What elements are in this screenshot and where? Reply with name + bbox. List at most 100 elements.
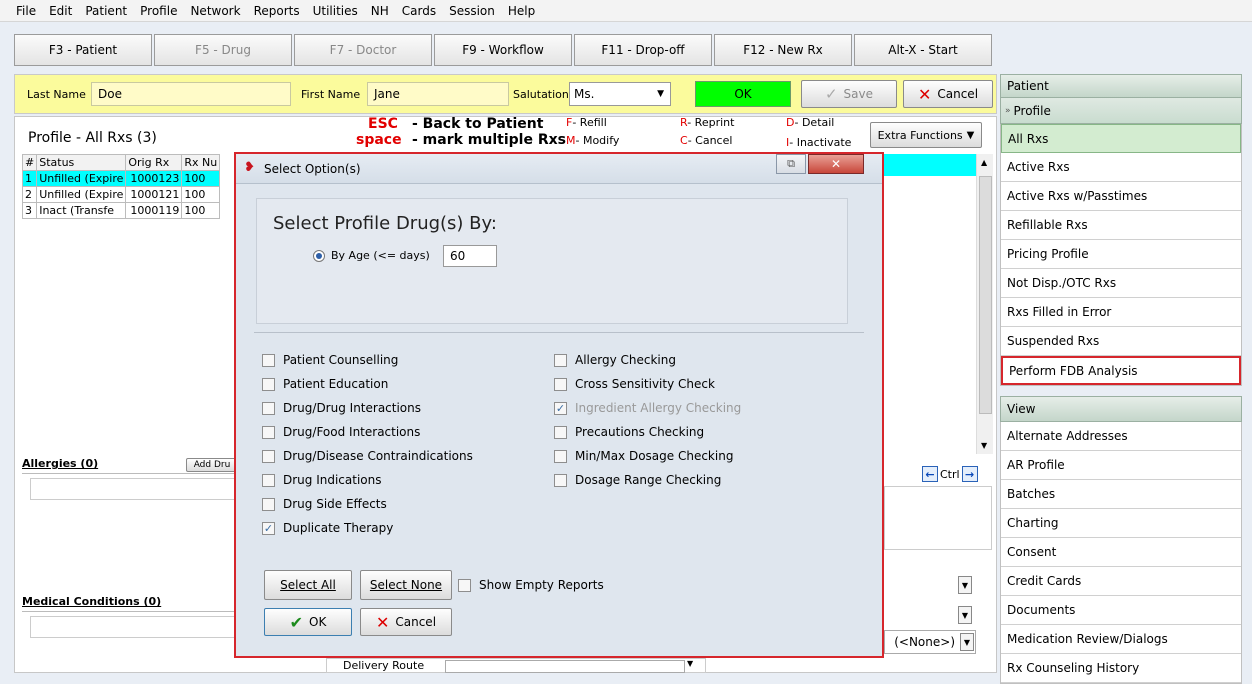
select-none-button[interactable]: Select None [360, 570, 452, 600]
grid-header-cell[interactable]: Orig Rx [125, 154, 183, 171]
add-drug-allergy-button[interactable]: Add Dru [186, 458, 238, 472]
scroll-thumb[interactable] [979, 176, 992, 414]
sidebar-item-6[interactable]: Rxs Filled in Error [1001, 298, 1241, 327]
checkbox-row[interactable]: Precautions Checking [554, 420, 741, 444]
arrow-left-icon[interactable]: ← [922, 466, 938, 482]
sidebar-item-1[interactable]: Active Rxs [1001, 153, 1241, 182]
checkbox-row[interactable]: Patient Counselling [262, 348, 473, 372]
menu-item-file[interactable]: File [16, 4, 36, 18]
show-empty-reports-checkbox[interactable]: Show Empty Reports [458, 573, 604, 597]
select-all-button[interactable]: Select All [264, 570, 352, 600]
checkbox-row[interactable]: Drug/Drug Interactions [262, 396, 473, 420]
arrow-right-icon[interactable]: → [961, 466, 978, 482]
by-age-radio[interactable]: By Age (<= days) [313, 249, 430, 262]
fkey-button-5[interactable]: F12 - New Rx [714, 34, 852, 66]
fkey-button-6[interactable]: Alt-X - Start [854, 34, 992, 66]
checkbox-row[interactable]: Patient Education [262, 372, 473, 396]
checkbox-row[interactable]: Drug Indications [262, 468, 473, 492]
sidebar-item-2[interactable]: Active Rxs w/Passtimes [1001, 182, 1241, 211]
table-row[interactable]: 3 Inact (Transfe 1000119 100 [21, 202, 221, 219]
sidebar-item-8[interactable]: Perform FDB Analysis [1001, 356, 1241, 385]
menu-item-session[interactable]: Session [449, 4, 495, 18]
divider [254, 332, 864, 333]
menu-item-profile[interactable]: Profile [140, 4, 177, 18]
sidebar-view-item-1[interactable]: AR Profile [1001, 451, 1241, 480]
menu-item-utilities[interactable]: Utilities [313, 4, 358, 18]
view-section-label: View [1007, 402, 1036, 416]
grid-header-cell[interactable]: Rx Nu [181, 154, 221, 171]
delivery-route-chevron[interactable]: ▼ [687, 659, 693, 668]
checkbox-label: Drug Side Effects [283, 497, 387, 511]
menu-item-patient[interactable]: Patient [85, 4, 127, 18]
close-icon[interactable]: ✕ [808, 154, 864, 174]
fkey-button-0[interactable]: F3 - Patient [14, 34, 152, 66]
fkey-button-4[interactable]: F11 - Drop-off [574, 34, 712, 66]
save-button[interactable]: ✓ Save [801, 80, 897, 108]
checkbox-row[interactable]: ✓ Ingredient Allergy Checking [554, 396, 741, 420]
extra-functions-button[interactable]: Extra Functions ▼ [870, 122, 982, 148]
ok-button[interactable]: OK [695, 81, 791, 107]
checkbox-row[interactable]: Cross Sensitivity Check [554, 372, 741, 396]
restore-icon[interactable]: ⧉ [776, 154, 806, 174]
checkbox-row[interactable]: Drug/Food Interactions [262, 420, 473, 444]
salutation-select[interactable]: Ms. ▼ [569, 82, 671, 106]
grid-header-cell[interactable]: # [21, 154, 38, 171]
none-select-chevron[interactable]: ▼ [960, 633, 974, 651]
patient-section-header[interactable]: Patient [1000, 74, 1242, 98]
grid-header-cell[interactable]: Status [36, 154, 127, 171]
patient-section-label: Patient [1007, 79, 1049, 93]
menu-item-network[interactable]: Network [190, 4, 240, 18]
grid-scrollbar[interactable]: ▲ ▼ [976, 154, 993, 454]
menu-item-help[interactable]: Help [508, 4, 535, 18]
space-text: - mark multiple Rxs [412, 132, 566, 148]
sidebar-view-item-5[interactable]: Credit Cards [1001, 567, 1241, 596]
table-row[interactable]: 1 Unfilled (Expire 1000123 100 [21, 170, 221, 187]
sidebar-view-item-2[interactable]: Batches [1001, 480, 1241, 509]
checkbox-empty-icon [554, 449, 567, 463]
view-section-header[interactable]: View [1000, 396, 1242, 422]
menu-item-nh[interactable]: NH [371, 4, 389, 18]
sidebar-view-item-7[interactable]: Medication Review/Dialogs [1001, 625, 1241, 654]
ctrl-nav: ← Ctrl → [922, 466, 978, 482]
sidebar-view-item-3[interactable]: Charting [1001, 509, 1241, 538]
checkbox-row[interactable]: Drug/Disease Contraindications [262, 444, 473, 468]
sidebar-view-item-0[interactable]: Alternate Addresses [1001, 422, 1241, 451]
delivery-route-field[interactable] [445, 660, 685, 673]
menu-item-edit[interactable]: Edit [49, 4, 72, 18]
sidebar-item-4[interactable]: Pricing Profile [1001, 240, 1241, 269]
checkbox-row[interactable]: ✓ Duplicate Therapy [262, 516, 473, 540]
table-cell: 100 [181, 170, 221, 187]
checkbox-label: Patient Counselling [283, 353, 399, 367]
sidebar-view-item-6[interactable]: Documents [1001, 596, 1241, 625]
last-name-field[interactable]: Doe [91, 82, 291, 106]
delivery-route-row: Delivery Route ▼ [326, 658, 706, 673]
dialog-ok-button[interactable]: ✔ OK [264, 608, 352, 636]
dialog-cancel-button[interactable]: ✕ Cancel [360, 608, 452, 636]
sidebar-item-0[interactable]: All Rxs [1001, 124, 1241, 153]
dropdown-1[interactable]: ▼ [958, 576, 972, 594]
fkey-button-3[interactable]: F9 - Workflow [434, 34, 572, 66]
sidebar-item-7[interactable]: Suspended Rxs [1001, 327, 1241, 356]
cancel-button[interactable]: ✕ Cancel [903, 80, 993, 108]
dropdown-2[interactable]: ▼ [958, 606, 972, 624]
sidebar-view-item-8[interactable]: Rx Counseling History [1001, 654, 1241, 683]
checkbox-row[interactable]: Dosage Range Checking [554, 468, 741, 492]
checkbox-row[interactable]: Min/Max Dosage Checking [554, 444, 741, 468]
table-cell: 1 [21, 170, 38, 187]
sidebar-item-5[interactable]: Not Disp./OTC Rxs [1001, 269, 1241, 298]
profile-section-header[interactable]: » Profile [1000, 98, 1242, 124]
sidebar-view-item-4[interactable]: Consent [1001, 538, 1241, 567]
menu-item-cards[interactable]: Cards [402, 4, 436, 18]
patient-bar: Last Name Doe First Name Jane Salutation… [14, 74, 997, 114]
sidebar-item-3[interactable]: Refillable Rxs [1001, 211, 1241, 240]
menu-item-reports[interactable]: Reports [254, 4, 300, 18]
checkbox-row[interactable]: Drug Side Effects [262, 492, 473, 516]
checkbox-label: Patient Education [283, 377, 389, 391]
checkbox-row[interactable]: Allergy Checking [554, 348, 741, 372]
fkey-button-1[interactable]: F5 - Drug [154, 34, 292, 66]
first-name-field[interactable]: Jane [367, 82, 509, 106]
checkbox-label: Ingredient Allergy Checking [575, 401, 742, 415]
days-input[interactable]: 60 [443, 245, 497, 267]
fkey-button-2[interactable]: F7 - Doctor [294, 34, 432, 66]
table-row[interactable]: 2 Unfilled (Expire 1000121 100 [21, 186, 221, 203]
